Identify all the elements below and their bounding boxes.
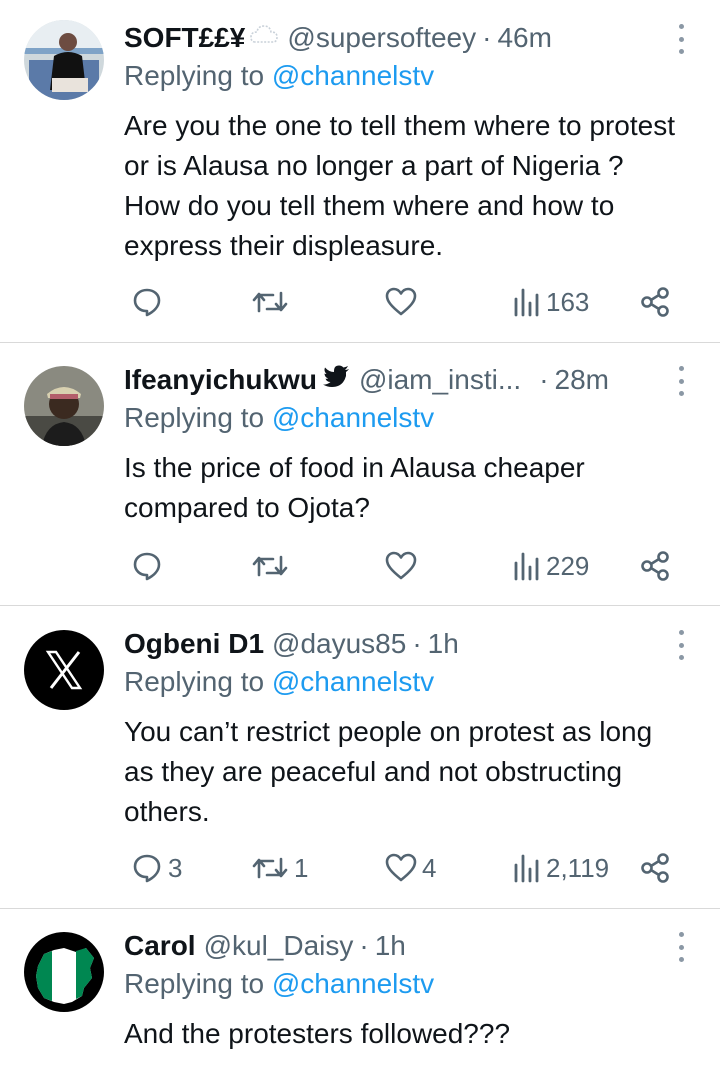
tweet-divider [0,342,720,343]
reply-count: 3 [168,852,183,883]
timestamp[interactable]: 28m [555,364,609,396]
reply-icon [133,854,161,883]
views-button[interactable]: 2,119 [512,848,609,888]
display-name[interactable]: Ifeanyichukwu [124,364,317,396]
retweet-count: 1 [294,852,309,883]
timestamp[interactable]: 1h [428,628,459,660]
tweet-actions: 3 1 4 2,119 [0,848,720,888]
tweet-header: Carol @kul_Daisy · 1h [124,926,406,966]
share-button[interactable] [638,282,672,322]
mention-link[interactable]: @channelstv [272,60,434,91]
share-icon [641,853,669,883]
user-handle[interactable]: @supersofteey [287,22,476,54]
share-icon [641,287,669,317]
tweet[interactable]: Ogbeni D1 @dayus85 · 1h Replying to @cha… [0,624,720,894]
tweet-text: You can’t restrict people on protest as … [124,716,653,827]
tweet[interactable]: SOFT££¥ @supersofteey · 46m Replying to … [0,18,720,328]
display-name[interactable]: Ogbeni D1 [124,628,264,660]
user-handle[interactable]: @kul_Daisy [204,930,354,962]
tweet-header: SOFT££¥ @supersofteey · 46m [124,18,552,58]
tweet-text: Are you the one to tell them where to pr… [124,110,675,261]
nigeria-map-icon [24,932,104,1012]
tweet-divider [0,908,720,909]
replying-label: Replying to [124,402,272,433]
reply-button[interactable] [130,546,168,586]
tweet-header: Ifeanyichukwu @iam_insti... · 28m [124,360,609,400]
retweet-button[interactable] [250,546,294,586]
mention-link[interactable]: @channelstv [272,666,434,697]
like-count: 4 [422,852,437,883]
retweet-icon [252,291,288,313]
replying-to: Replying to @channelstv [124,402,434,434]
display-name[interactable]: Carol [124,930,196,962]
tweet-text: Is the price of food in Alausa cheaper c… [124,452,585,523]
views-icon [514,288,539,317]
tweet-header: Ogbeni D1 @dayus85 · 1h [124,624,459,664]
retweet-button[interactable]: 1 [250,848,308,888]
separator: · [359,930,369,961]
separator: · [539,364,549,395]
mention-link[interactable]: @channelstv [272,402,434,433]
share-button[interactable] [638,848,672,888]
timestamp[interactable]: 46m [497,22,551,54]
more-options-icon[interactable] [676,24,686,54]
reply-button[interactable]: 3 [130,848,182,888]
replying-label: Replying to [124,968,272,999]
share-button[interactable] [638,546,672,586]
view-count: 229 [546,550,590,581]
avatar[interactable] [24,20,104,100]
user-photo-icon [24,366,104,446]
badge-icon [249,22,279,55]
reply-button[interactable] [130,282,168,322]
reply-icon [133,288,161,317]
mention-link[interactable]: @channelstv [272,968,434,999]
timestamp[interactable]: 1h [375,930,406,962]
more-options-icon[interactable] [676,366,686,396]
bird-icon [322,364,351,396]
views-button[interactable]: 163 [512,282,589,322]
retweet-icon [252,555,288,577]
avatar[interactable] [24,630,104,710]
view-count: 163 [546,286,590,317]
tweet[interactable]: Carol @kul_Daisy · 1h Replying to @chann… [0,926,720,1074]
avatar[interactable] [24,366,104,446]
tweet-divider [0,605,720,606]
retweet-icon [252,857,288,879]
heart-icon [385,853,417,882]
views-icon [514,854,539,883]
tweet-actions: 229 [0,546,720,586]
retweet-button[interactable] [250,282,294,322]
user-handle[interactable]: @dayus85 [272,628,406,660]
user-handle[interactable]: @iam_insti... [359,364,521,396]
separator: · [482,22,492,53]
replying-label: Replying to [124,666,272,697]
more-options-icon[interactable] [676,630,686,660]
user-photo-icon [24,20,104,100]
view-count: 2,119 [546,852,610,883]
replying-label: Replying to [124,60,272,91]
tweet[interactable]: Ifeanyichukwu @iam_insti... · 28m Replyi… [0,360,720,590]
like-button[interactable]: 4 [384,848,436,888]
separator: · [412,628,422,659]
heart-icon [385,551,417,580]
heart-icon [385,287,417,316]
like-button[interactable] [384,546,422,586]
tweet-text: And the protesters followed??? [124,1018,511,1049]
share-icon [641,551,669,581]
like-button[interactable] [384,282,422,322]
display-name[interactable]: SOFT££¥ [124,22,245,54]
views-button[interactable]: 229 [512,546,589,586]
avatar[interactable] [24,932,104,1012]
tweet-actions: 163 [0,282,720,322]
views-icon [514,552,539,581]
replying-to: Replying to @channelstv [124,968,434,1000]
more-options-icon[interactable] [676,932,686,962]
x-logo-icon [24,630,104,710]
replying-to: Replying to @channelstv [124,666,434,698]
replying-to: Replying to @channelstv [124,60,434,92]
reply-icon [133,552,161,581]
